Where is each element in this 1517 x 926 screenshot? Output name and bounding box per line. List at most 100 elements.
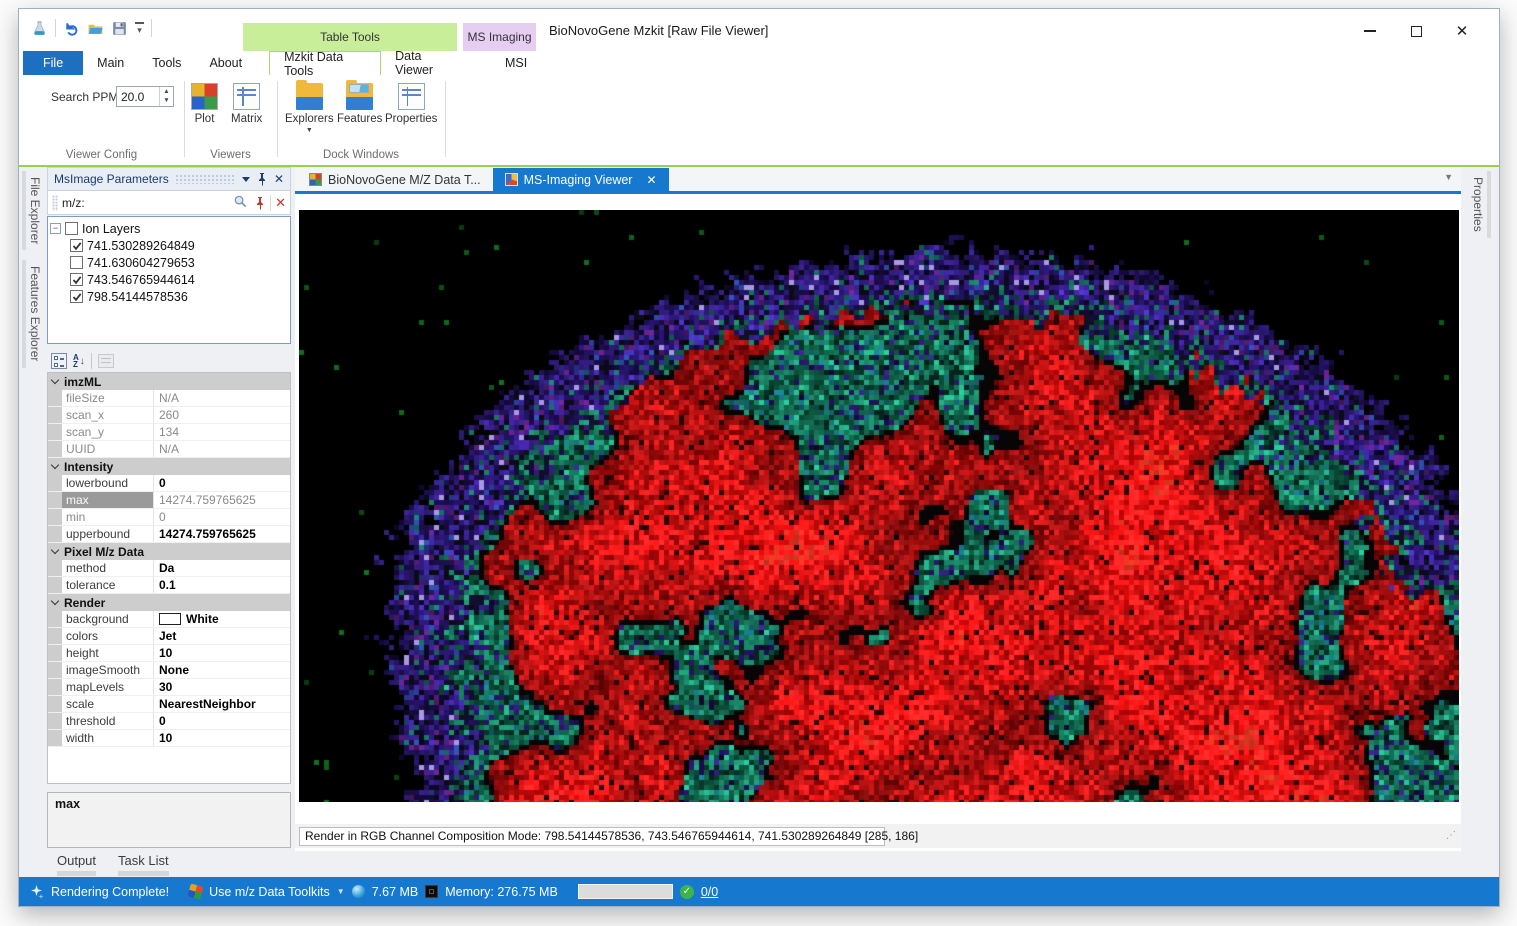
property-value[interactable]: 0 — [154, 713, 290, 729]
property-row-threshold[interactable]: threshold0 — [48, 713, 290, 730]
matrix-button[interactable]: Matrix — [231, 83, 262, 125]
ion-layer-checkbox[interactable] — [70, 239, 83, 252]
property-row-width[interactable]: width10 — [48, 730, 290, 747]
tree-root-ion-layers[interactable]: −Ion Layers — [50, 220, 288, 237]
collapse-chevron-icon[interactable] — [51, 546, 59, 554]
tab-data-viewer[interactable]: Data Viewer — [381, 51, 473, 75]
property-value[interactable]: 30 — [154, 679, 290, 695]
tab-mzkit-data-tools[interactable]: Mzkit Data Tools — [269, 51, 381, 75]
explorers-button[interactable]: Explorers ▼ — [285, 83, 334, 134]
property-value[interactable]: 0.1 — [154, 577, 290, 593]
ion-layer-row[interactable]: 741.530289264849 — [50, 237, 288, 254]
save-icon[interactable] — [111, 20, 128, 37]
property-row-filesize[interactable]: fileSizeN/A — [48, 390, 290, 407]
property-category-imzml[interactable]: imzML — [48, 373, 290, 390]
property-value[interactable]: Jet — [154, 628, 290, 644]
clear-search-icon[interactable]: ✕ — [275, 195, 286, 211]
property-row-imagesmooth[interactable]: imageSmoothNone — [48, 662, 290, 679]
sidebar-tab-properties[interactable]: Properties — [1469, 171, 1491, 238]
property-value[interactable]: 14274.759765625 — [154, 492, 290, 508]
property-value[interactable]: 14274.759765625 — [154, 526, 290, 542]
property-row-scan-x[interactable]: scan_x260 — [48, 407, 290, 424]
resize-grip-icon[interactable]: ⋰ — [1446, 830, 1457, 841]
ms-image-canvas[interactable] — [299, 210, 1459, 802]
toolkit-dropdown-icon[interactable]: ▼ — [337, 887, 345, 896]
property-category-pixel-m-z-data[interactable]: Pixel M/z Data — [48, 543, 290, 560]
ion-layer-checkbox[interactable] — [70, 290, 83, 303]
property-row-maplevels[interactable]: mapLevels30 — [48, 679, 290, 696]
categorized-view-icon[interactable] — [51, 353, 67, 369]
property-value[interactable]: 0 — [154, 509, 290, 525]
sidebar-tab-features-explorer[interactable]: Features Explorer — [22, 260, 44, 367]
property-row-background[interactable]: backgroundWhite — [48, 611, 290, 628]
ion-layer-checkbox[interactable] — [70, 273, 83, 286]
tab-msi[interactable]: MSI — [480, 51, 552, 75]
property-row-max[interactable]: max14274.759765625 — [48, 492, 290, 509]
property-category-intensity[interactable]: Intensity — [48, 458, 290, 475]
context-header-table-tools[interactable]: Table Tools — [243, 23, 457, 51]
close-button[interactable]: ✕ — [1439, 17, 1485, 45]
tree-expand-icon[interactable]: − — [50, 223, 61, 234]
toolkit-label[interactable]: Use m/z Data Toolkits — [209, 885, 330, 899]
property-value[interactable]: 0 — [154, 475, 290, 491]
collapse-chevron-icon[interactable] — [51, 461, 59, 469]
pin-filter-icon[interactable] — [254, 196, 266, 210]
property-row-min[interactable]: min0 — [48, 509, 290, 526]
panel-header[interactable]: MsImage Parameters ✕ — [47, 167, 291, 191]
property-row-uuid[interactable]: UUIDN/A — [48, 441, 290, 458]
property-row-scan-y[interactable]: scan_y134 — [48, 424, 290, 441]
alphabetical-sort-icon[interactable]: AZ↓ — [73, 354, 85, 368]
property-value[interactable]: 260 — [154, 407, 290, 423]
property-row-tolerance[interactable]: tolerance0.1 — [48, 577, 290, 594]
context-header-ms-imaging[interactable]: MS Imaging — [463, 23, 536, 51]
ion-layers-checkbox[interactable] — [65, 222, 78, 235]
property-row-lowerbound[interactable]: lowerbound0 — [48, 475, 290, 492]
qat-customize-icon[interactable]: ▾ — [135, 22, 144, 35]
search-ppm-input[interactable]: 20.0 ▲▼ — [116, 86, 174, 107]
property-category-render[interactable]: Render — [48, 594, 290, 611]
collapse-chevron-icon[interactable] — [51, 376, 59, 384]
tab-main[interactable]: Main — [83, 51, 138, 75]
tab-close-icon[interactable]: ✕ — [646, 173, 656, 187]
property-value[interactable]: 10 — [154, 645, 290, 661]
tab-about[interactable]: About — [195, 51, 256, 75]
property-row-scale[interactable]: scaleNearestNeighbor — [48, 696, 290, 713]
property-value[interactable]: White — [154, 611, 290, 627]
ion-layer-row[interactable]: 743.546765944614 — [50, 271, 288, 288]
tab-file[interactable]: File — [23, 51, 83, 75]
drag-handle-icon[interactable] — [52, 195, 58, 211]
sidebar-tab-file-explorer[interactable]: File Explorer — [22, 171, 44, 250]
property-value[interactable]: N/A — [154, 441, 290, 457]
ion-layer-row[interactable]: 741.630604279653 — [50, 254, 288, 271]
maximize-button[interactable] — [1393, 17, 1439, 45]
bottom-tab-output[interactable]: Output — [57, 853, 96, 876]
plot-button[interactable]: Plot — [191, 83, 218, 125]
property-value[interactable]: NearestNeighbor — [154, 696, 290, 712]
properties-button[interactable]: Properties — [385, 83, 437, 125]
search-ppm-value[interactable]: 20.0 — [117, 87, 159, 106]
panel-menu-icon[interactable] — [242, 177, 250, 182]
features-button[interactable]: Features — [337, 83, 382, 125]
bottom-tab-task-list[interactable]: Task List — [118, 853, 169, 876]
ion-layer-checkbox[interactable] — [70, 256, 83, 269]
task-counter-link[interactable]: 0/0 — [701, 885, 718, 899]
document-tab-ms-imaging-viewer[interactable]: MS-Imaging Viewer✕ — [493, 168, 669, 191]
property-row-height[interactable]: height10 — [48, 645, 290, 662]
property-row-method[interactable]: methodDa — [48, 560, 290, 577]
ion-layer-row[interactable]: 798.54144578536 — [50, 288, 288, 305]
property-value[interactable]: None — [154, 662, 290, 678]
property-value[interactable]: Da — [154, 560, 290, 576]
minimize-button[interactable] — [1347, 17, 1393, 45]
search-icon[interactable] — [233, 194, 250, 211]
tab-tools[interactable]: Tools — [138, 51, 195, 75]
open-folder-icon[interactable] — [87, 20, 104, 37]
undo-icon[interactable] — [63, 20, 80, 37]
property-row-upperbound[interactable]: upperbound14274.759765625 — [48, 526, 290, 543]
property-row-colors[interactable]: colorsJet — [48, 628, 290, 645]
document-tab-bionovogene-m-z-data-t[interactable]: BioNovoGene M/Z Data T... — [297, 168, 493, 191]
property-value[interactable]: 134 — [154, 424, 290, 440]
tab-list-dropdown-icon[interactable]: ▼ — [1444, 172, 1453, 182]
collapse-chevron-icon[interactable] — [51, 597, 59, 605]
property-value[interactable]: 10 — [154, 730, 290, 746]
pin-icon[interactable] — [256, 172, 268, 186]
